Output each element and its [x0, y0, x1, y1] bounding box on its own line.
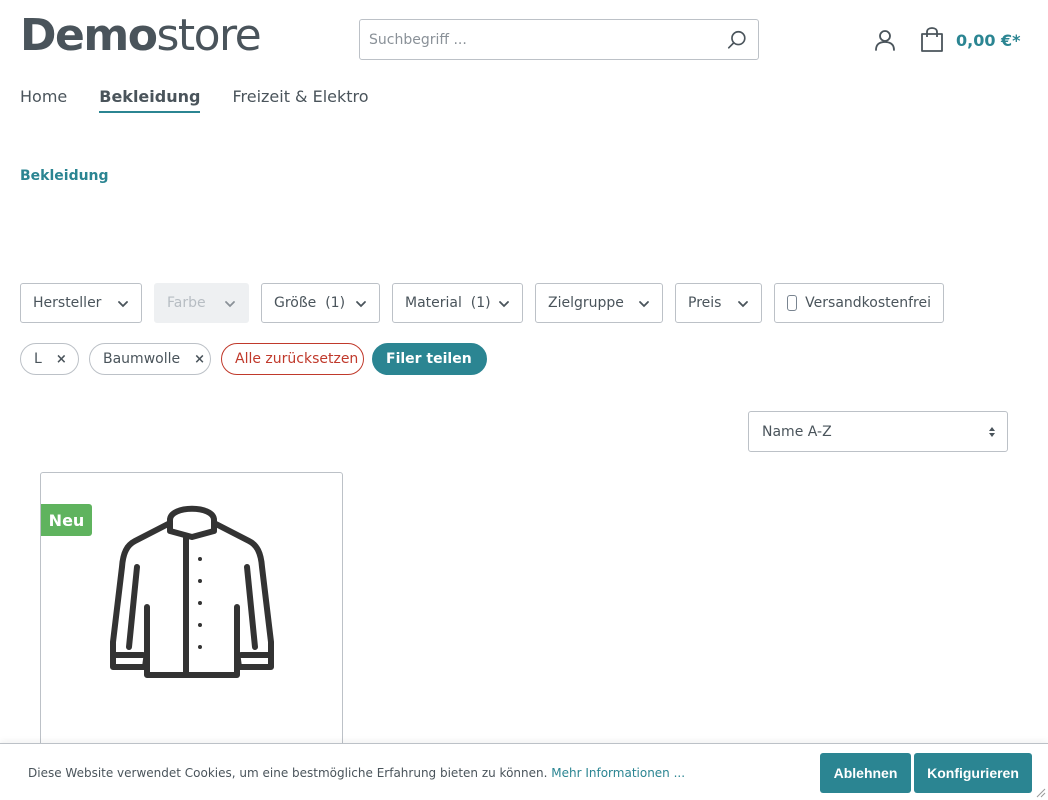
configure-cookies-button[interactable]: Konfigurieren: [914, 753, 1032, 793]
active-filter-size-label: L: [34, 351, 42, 367]
new-badge: Neu: [41, 504, 92, 536]
sort-arrows-icon: [989, 427, 995, 437]
decline-cookies-button[interactable]: Ablehnen: [820, 753, 911, 793]
filter-price-label: Preis: [688, 295, 722, 311]
nav-item-home[interactable]: Home: [20, 87, 67, 113]
free-shipping-checkbox[interactable]: [787, 295, 798, 311]
share-filter-button[interactable]: Filer teilen: [372, 343, 487, 375]
filter-color[interactable]: Farbe: [154, 283, 249, 323]
chevron-down-icon: [499, 301, 509, 308]
chevron-down-icon: [356, 301, 366, 308]
shopping-bag-icon: [921, 27, 943, 52]
cookie-banner: Diese Website verwendet Cookies, um eine…: [0, 743, 1048, 800]
cookie-more-info-link[interactable]: Mehr Informationen ...: [551, 766, 685, 780]
remove-icon[interactable]: ×: [56, 352, 67, 367]
reset-filters-button[interactable]: Alle zurücksetzen: [221, 343, 364, 375]
filter-manufacturer[interactable]: Hersteller: [20, 283, 142, 323]
search-box: [359, 19, 759, 60]
filter-size-label: Größe (1): [274, 295, 346, 311]
main-navigation: Home Bekleidung Freizeit & Elektro: [20, 87, 401, 113]
reset-filters-label: Alle zurücksetzen: [235, 351, 359, 367]
filter-size[interactable]: Größe (1): [261, 283, 380, 323]
chevron-down-icon: [639, 301, 649, 308]
active-filter-size[interactable]: L ×: [20, 343, 79, 375]
account-icon[interactable]: [873, 28, 897, 52]
search-input[interactable]: [360, 20, 700, 59]
cookie-message-text: Diese Website verwendet Cookies, um eine…: [28, 766, 552, 780]
filter-target-group-label: Zielgruppe: [548, 295, 624, 311]
logo-bold-text: Demo: [20, 10, 158, 61]
breadcrumb[interactable]: Bekleidung: [20, 168, 109, 184]
filter-color-label: Farbe: [167, 295, 206, 311]
sorting-selected-label: Name A-Z: [762, 423, 832, 440]
remove-icon[interactable]: ×: [194, 352, 205, 367]
chevron-down-icon: [738, 301, 748, 308]
cart-total: 0,00 €*: [956, 30, 1021, 50]
filter-free-shipping-label: Versandkostenfrei: [805, 295, 931, 311]
filter-material-label: Material (1): [405, 295, 491, 311]
chevron-down-icon: [225, 301, 235, 308]
logo-light-text: store: [156, 10, 261, 61]
active-filter-material[interactable]: Baumwolle ×: [89, 343, 211, 375]
filter-manufacturer-label: Hersteller: [33, 295, 102, 311]
chevron-down-icon: [118, 301, 128, 308]
nav-item-bekleidung[interactable]: Bekleidung: [99, 87, 201, 113]
search-icon[interactable]: [726, 29, 748, 51]
filter-free-shipping[interactable]: Versandkostenfrei: [774, 283, 944, 323]
jacket-icon[interactable]: [107, 497, 277, 682]
store-logo[interactable]: Demostore: [20, 10, 262, 61]
nav-item-freizeit-elektro[interactable]: Freizeit & Elektro: [232, 87, 368, 113]
cart-button[interactable]: 0,00 €*: [920, 27, 1021, 53]
filter-material[interactable]: Material (1): [392, 283, 523, 323]
resize-handle-icon[interactable]: [1034, 786, 1046, 798]
sorting-select[interactable]: Name A-Z: [748, 411, 1008, 452]
share-filter-label: Filer teilen: [386, 351, 472, 367]
filter-target-group[interactable]: Zielgruppe: [535, 283, 663, 323]
filter-price[interactable]: Preis: [675, 283, 762, 323]
active-filter-material-label: Baumwolle: [103, 351, 181, 367]
cookie-message: Diese Website verwendet Cookies, um eine…: [28, 766, 685, 780]
product-card[interactable]: Neu: [40, 472, 343, 772]
